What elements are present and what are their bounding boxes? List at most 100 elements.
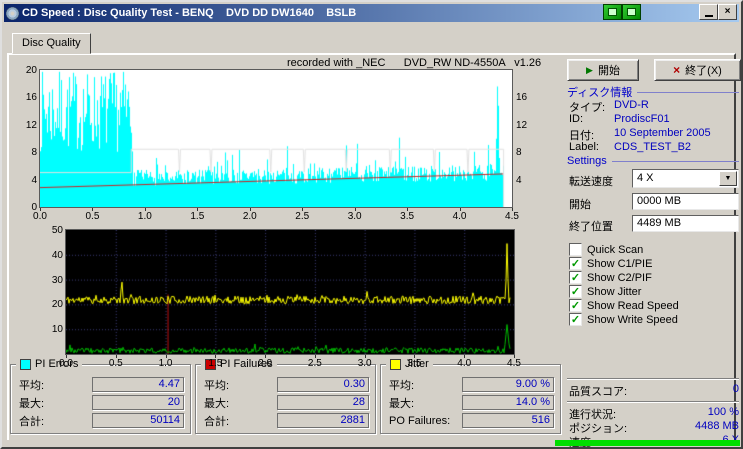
axis-tick bbox=[354, 208, 356, 211]
bottom-chart-x-tick-label: 1.5 bbox=[208, 358, 223, 369]
checkbox-show-read-speed[interactable]: ✓ Show Read Speed bbox=[569, 299, 739, 312]
stat-row: 平均: 9.00 % bbox=[389, 377, 554, 392]
top-chart-x-tick-label: 4.5 bbox=[505, 211, 519, 222]
checkbox-show-c1-pie[interactable]: ✓ Show C1/PIE bbox=[569, 257, 739, 270]
start-position-label: 開始 bbox=[569, 199, 591, 211]
minimize-button[interactable] bbox=[699, 4, 718, 20]
start-button[interactable]: ▶ 開始 bbox=[567, 59, 639, 81]
stat-label: 平均: bbox=[204, 379, 230, 392]
checkbox-box[interactable]: ✓ bbox=[569, 285, 582, 298]
checkbox-box[interactable]: ✓ bbox=[569, 257, 582, 270]
titlebar-green-icon-2[interactable] bbox=[622, 4, 641, 20]
top-chart-y-left-tick-label: 4 bbox=[31, 174, 37, 186]
end-position-input[interactable]: 4489 MB bbox=[632, 215, 739, 232]
axis-tick bbox=[249, 208, 251, 211]
top-chart-x-tick-label: 1.5 bbox=[190, 211, 205, 222]
axis-tick bbox=[302, 208, 304, 211]
axis-tick bbox=[464, 355, 466, 358]
bottom-chart-y-tick-label: 20 bbox=[51, 299, 63, 311]
start-position-input[interactable]: 0000 MB bbox=[632, 193, 739, 210]
stat-label: PO Failures: bbox=[389, 414, 451, 427]
stat-row: 平均: 0.30 bbox=[204, 377, 369, 392]
checkbox-label: Quick Scan bbox=[587, 243, 644, 256]
top-chart-x-tick-label: 3.0 bbox=[347, 211, 362, 222]
stat-label: 最大: bbox=[204, 397, 230, 410]
check-icon: ✓ bbox=[570, 257, 581, 270]
bottom-chart-y-tick-label: 30 bbox=[51, 274, 63, 286]
stat-value: 28 bbox=[277, 395, 369, 410]
top-chart-x-tick-label: 0.5 bbox=[85, 211, 100, 222]
axis-tick bbox=[92, 208, 94, 211]
axis-tick bbox=[215, 355, 217, 358]
divider bbox=[611, 160, 739, 162]
axis-tick bbox=[414, 355, 416, 358]
top-chart-x-tick-label: 2.0 bbox=[242, 211, 257, 222]
close-button[interactable]: × bbox=[718, 4, 737, 20]
disc-label-label: Label: bbox=[569, 141, 599, 153]
divider bbox=[637, 91, 739, 93]
bottom-chart-x-tick-label: 1.0 bbox=[158, 358, 173, 369]
checkbox-label: Show C1/PIE bbox=[587, 257, 653, 270]
top-chart-y-right-tick-label: 8 bbox=[516, 147, 522, 159]
checkbox-box[interactable]: ✓ bbox=[569, 271, 582, 284]
divider bbox=[567, 378, 739, 380]
axis-tick bbox=[514, 355, 515, 358]
close-icon: × bbox=[724, 6, 731, 17]
jitter-swatch-icon bbox=[390, 358, 401, 370]
stat-row: 合計: 50114 bbox=[19, 413, 184, 428]
chevron-down-icon: ▼ bbox=[724, 175, 732, 182]
stat-label: 平均: bbox=[19, 379, 45, 392]
settings-header: Settings bbox=[567, 155, 739, 167]
tab-disc-quality[interactable]: Disc Quality bbox=[12, 33, 91, 54]
bottom-chart-y-tick-label: 10 bbox=[51, 324, 63, 336]
stat-row: 最大: 20 bbox=[19, 395, 184, 410]
axis-tick bbox=[314, 355, 316, 358]
start-button-label: 開始 bbox=[597, 65, 620, 77]
stat-label: 平均: bbox=[389, 379, 415, 392]
bottom-chart-x-tick-label: 3.0 bbox=[357, 358, 372, 369]
axis-tick bbox=[265, 355, 267, 358]
top-chart-x-tick-label: 3.5 bbox=[400, 211, 415, 222]
axis-tick bbox=[512, 208, 513, 211]
checkbox-box[interactable]: ✓ bbox=[569, 313, 582, 326]
axis-tick bbox=[407, 208, 409, 211]
recorded-with-label: recorded with _NEC DVD_RW ND-4550A v1.26 bbox=[287, 57, 542, 69]
quality-score-row: 品質スコア: 0 bbox=[569, 383, 739, 399]
check-icon: ✓ bbox=[570, 271, 581, 284]
top-chart-x-tick-label: 2.5 bbox=[295, 211, 310, 222]
stat-row: 平均: 4.47 bbox=[19, 377, 184, 392]
stat-value: 2881 bbox=[277, 413, 369, 428]
stat-row: 最大: 28 bbox=[204, 395, 369, 410]
stat-value: 516 bbox=[462, 413, 554, 428]
exit-button[interactable]: × 終了(X) bbox=[654, 59, 741, 81]
axis-tick bbox=[165, 355, 167, 358]
bottom-chart-y-tick-label: 50 bbox=[51, 225, 63, 236]
stat-value: 9.00 % bbox=[462, 377, 554, 392]
top-chart-x-tick-label: 0.0 bbox=[33, 211, 47, 222]
checkbox-show-jitter[interactable]: ✓ Show Jitter bbox=[569, 285, 739, 298]
titlebar-green-icon-1[interactable] bbox=[603, 4, 622, 20]
stat-label: 合計: bbox=[204, 415, 230, 428]
pi-errors-chart bbox=[39, 69, 513, 208]
cd-disc-icon bbox=[6, 6, 19, 20]
top-chart-y-left-tick-label: 12 bbox=[25, 119, 37, 131]
stat-value: 0.30 bbox=[277, 377, 369, 392]
axis-tick bbox=[40, 208, 41, 211]
quality-score-label: 品質スコア: bbox=[569, 386, 628, 398]
checkbox-box[interactable]: ✓ bbox=[569, 299, 582, 312]
checkbox-box[interactable]: ✓ bbox=[569, 243, 582, 256]
stat-row: 最大: 14.0 % bbox=[389, 395, 554, 410]
stat-value: 4.47 bbox=[92, 377, 184, 392]
transfer-speed-select[interactable]: 4 X ▼ bbox=[632, 169, 739, 188]
stat-value: 14.0 % bbox=[462, 395, 554, 410]
pi-failures-stats-box: PI Failures 平均: 0.30 最大: 28 合計: 2881 bbox=[195, 358, 376, 434]
bottom-chart-x-tick-label: 2.5 bbox=[307, 358, 322, 369]
bottom-chart-x-tick-label: 3.5 bbox=[407, 358, 422, 369]
checkbox-show-write-speed[interactable]: ✓ Show Write Speed bbox=[569, 313, 739, 326]
play-icon: ▶ bbox=[586, 64, 593, 75]
checkbox-show-c2-pif[interactable]: ✓ Show C2/PIF bbox=[569, 271, 739, 284]
checkbox-quick-scan[interactable]: ✓ Quick Scan bbox=[569, 243, 739, 256]
dropdown-button[interactable]: ▼ bbox=[719, 171, 737, 186]
disc-id-label: ID: bbox=[569, 113, 584, 125]
checkbox-label: Show Read Speed bbox=[587, 299, 679, 312]
